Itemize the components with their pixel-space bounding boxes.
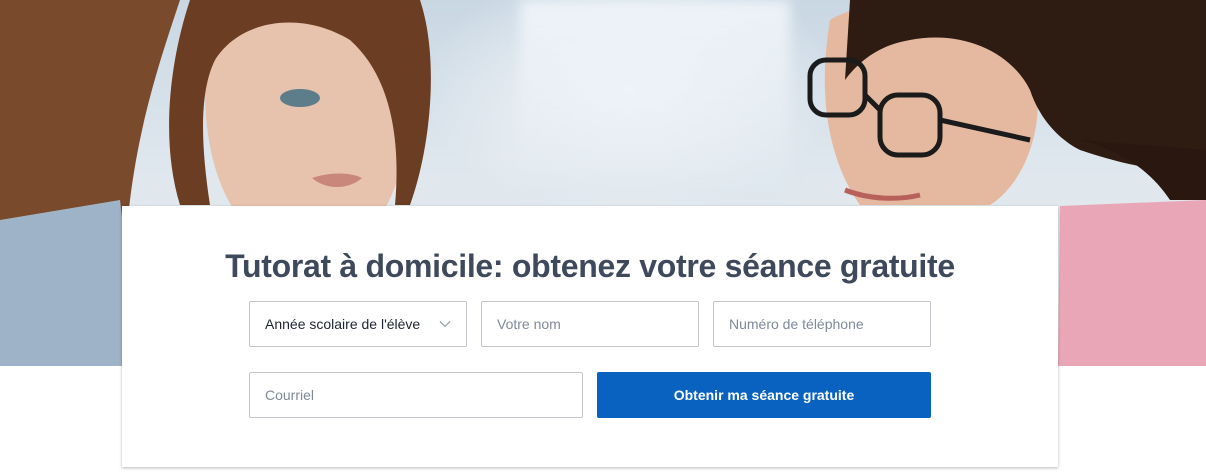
form-title: Tutorat à domicile: obtenez votre séance… (225, 248, 955, 284)
student-grade-select-value: Année scolaire de l'élève (265, 316, 421, 332)
lead-form-card: Tutorat à domicile: obtenez votre séance… (122, 206, 1058, 467)
student-grade-select[interactable]: Année scolaire de l'élève (249, 301, 467, 347)
get-free-session-button[interactable]: Obtenir ma séance gratuite (597, 372, 931, 418)
email-input[interactable] (249, 372, 583, 418)
name-input[interactable] (481, 301, 699, 347)
phone-input[interactable] (713, 301, 931, 347)
chevron-down-icon (439, 321, 451, 328)
